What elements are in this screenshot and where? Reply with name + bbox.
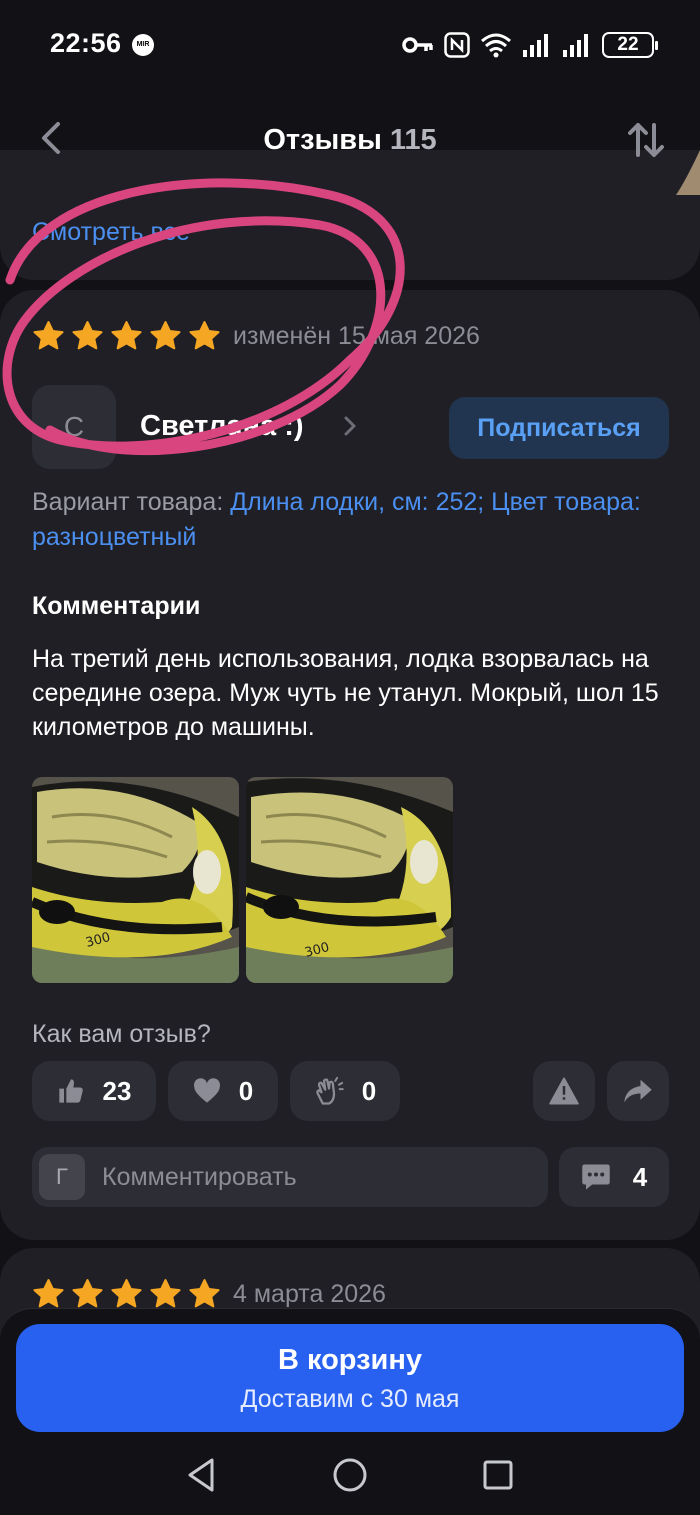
thumbs-up-icon [58,1079,83,1103]
share-button[interactable] [607,1061,669,1121]
app-header: Отзывы 115 [0,90,700,190]
commenter-avatar: Г [39,1154,85,1200]
star-icon [150,1279,181,1308]
key-icon [402,37,433,53]
star-icon [189,1279,220,1308]
star-icon [111,1279,142,1308]
avatar[interactable]: С [32,385,116,469]
cart-label: В корзину [277,1344,423,1376]
star-icon [33,321,64,350]
page-title-text: Отзывы [263,124,382,156]
chevron-right-icon[interactable] [342,414,358,438]
signal-icon [523,34,548,57]
star-icon [33,1279,64,1308]
star-icon [72,321,103,350]
deflated-boat-image: 300 [246,777,453,983]
comments-button[interactable]: 4 [559,1147,669,1207]
report-button[interactable] [533,1061,595,1121]
status-icons: 22 [402,30,658,60]
nfc-icon [444,32,470,58]
rating-stars [32,1278,221,1311]
review-card: изменён 15 мая 2026 С Светлана :) Подпис… [0,290,700,1240]
status-bar: 22:56 MIR 22 [0,0,700,90]
review-photo[interactable]: 300 [32,777,239,983]
nav-recents-icon[interactable] [482,1457,514,1493]
comments-count: 4 [632,1161,648,1192]
heart-icon [193,1078,220,1103]
share-arrow-icon [624,1079,652,1103]
comment-placeholder: Комментировать [102,1163,297,1191]
deflated-boat-image: 300 [32,777,239,983]
likes-count: 23 [102,1075,132,1106]
mir-badge-icon: MIR [132,34,154,56]
delivery-info: Доставим с 30 мая [240,1385,460,1413]
add-to-cart-button[interactable]: В корзину Доставим с 30 мая [16,1324,684,1432]
wifi-icon [481,33,511,58]
product-variant: Вариант товара: Длина лодки, см: 252; Цв… [32,485,652,555]
subscribe-button[interactable]: Подписаться [449,397,669,459]
signal-icon [563,34,588,57]
warning-icon [549,1077,579,1105]
variant-label: Вариант товара: [32,488,224,516]
system-nav-bar [0,1440,700,1515]
battery-icon: 22 [602,32,658,58]
clap-icon [315,1076,344,1105]
feedback-question: Как вам отзыв? [32,1020,211,1048]
like-button[interactable]: 23 [32,1061,156,1121]
author-name[interactable]: Светлана :) [140,410,304,443]
review-date: изменён 15 мая 2026 [233,322,480,350]
star-icon [72,1279,103,1308]
nav-home-icon[interactable] [332,1457,368,1493]
review-text: На третий день использования, лодка взор… [32,645,659,741]
comments-heading: Комментарии [32,592,201,620]
comment-bubble-icon [582,1164,610,1190]
star-icon [189,321,220,350]
nav-back-icon[interactable] [186,1457,216,1493]
rating-stars [32,320,221,353]
sort-icon[interactable] [626,120,666,160]
hearts-count: 0 [238,1075,254,1106]
clap-button[interactable]: 0 [290,1061,400,1121]
star-icon [150,321,181,350]
review-date: 4 марта 2026 [233,1280,386,1308]
reviews-count: 115 [389,124,437,156]
claps-count: 0 [361,1075,377,1106]
see-all-link[interactable]: Смотреть все [32,218,190,247]
review-photo[interactable]: 300 [246,777,453,983]
clock: 22:56 [50,28,122,58]
star-icon [111,321,142,350]
page-title: Отзывы 115 [0,124,700,157]
heart-button[interactable]: 0 [168,1061,278,1121]
comment-input[interactable]: Г Комментировать [32,1147,548,1207]
